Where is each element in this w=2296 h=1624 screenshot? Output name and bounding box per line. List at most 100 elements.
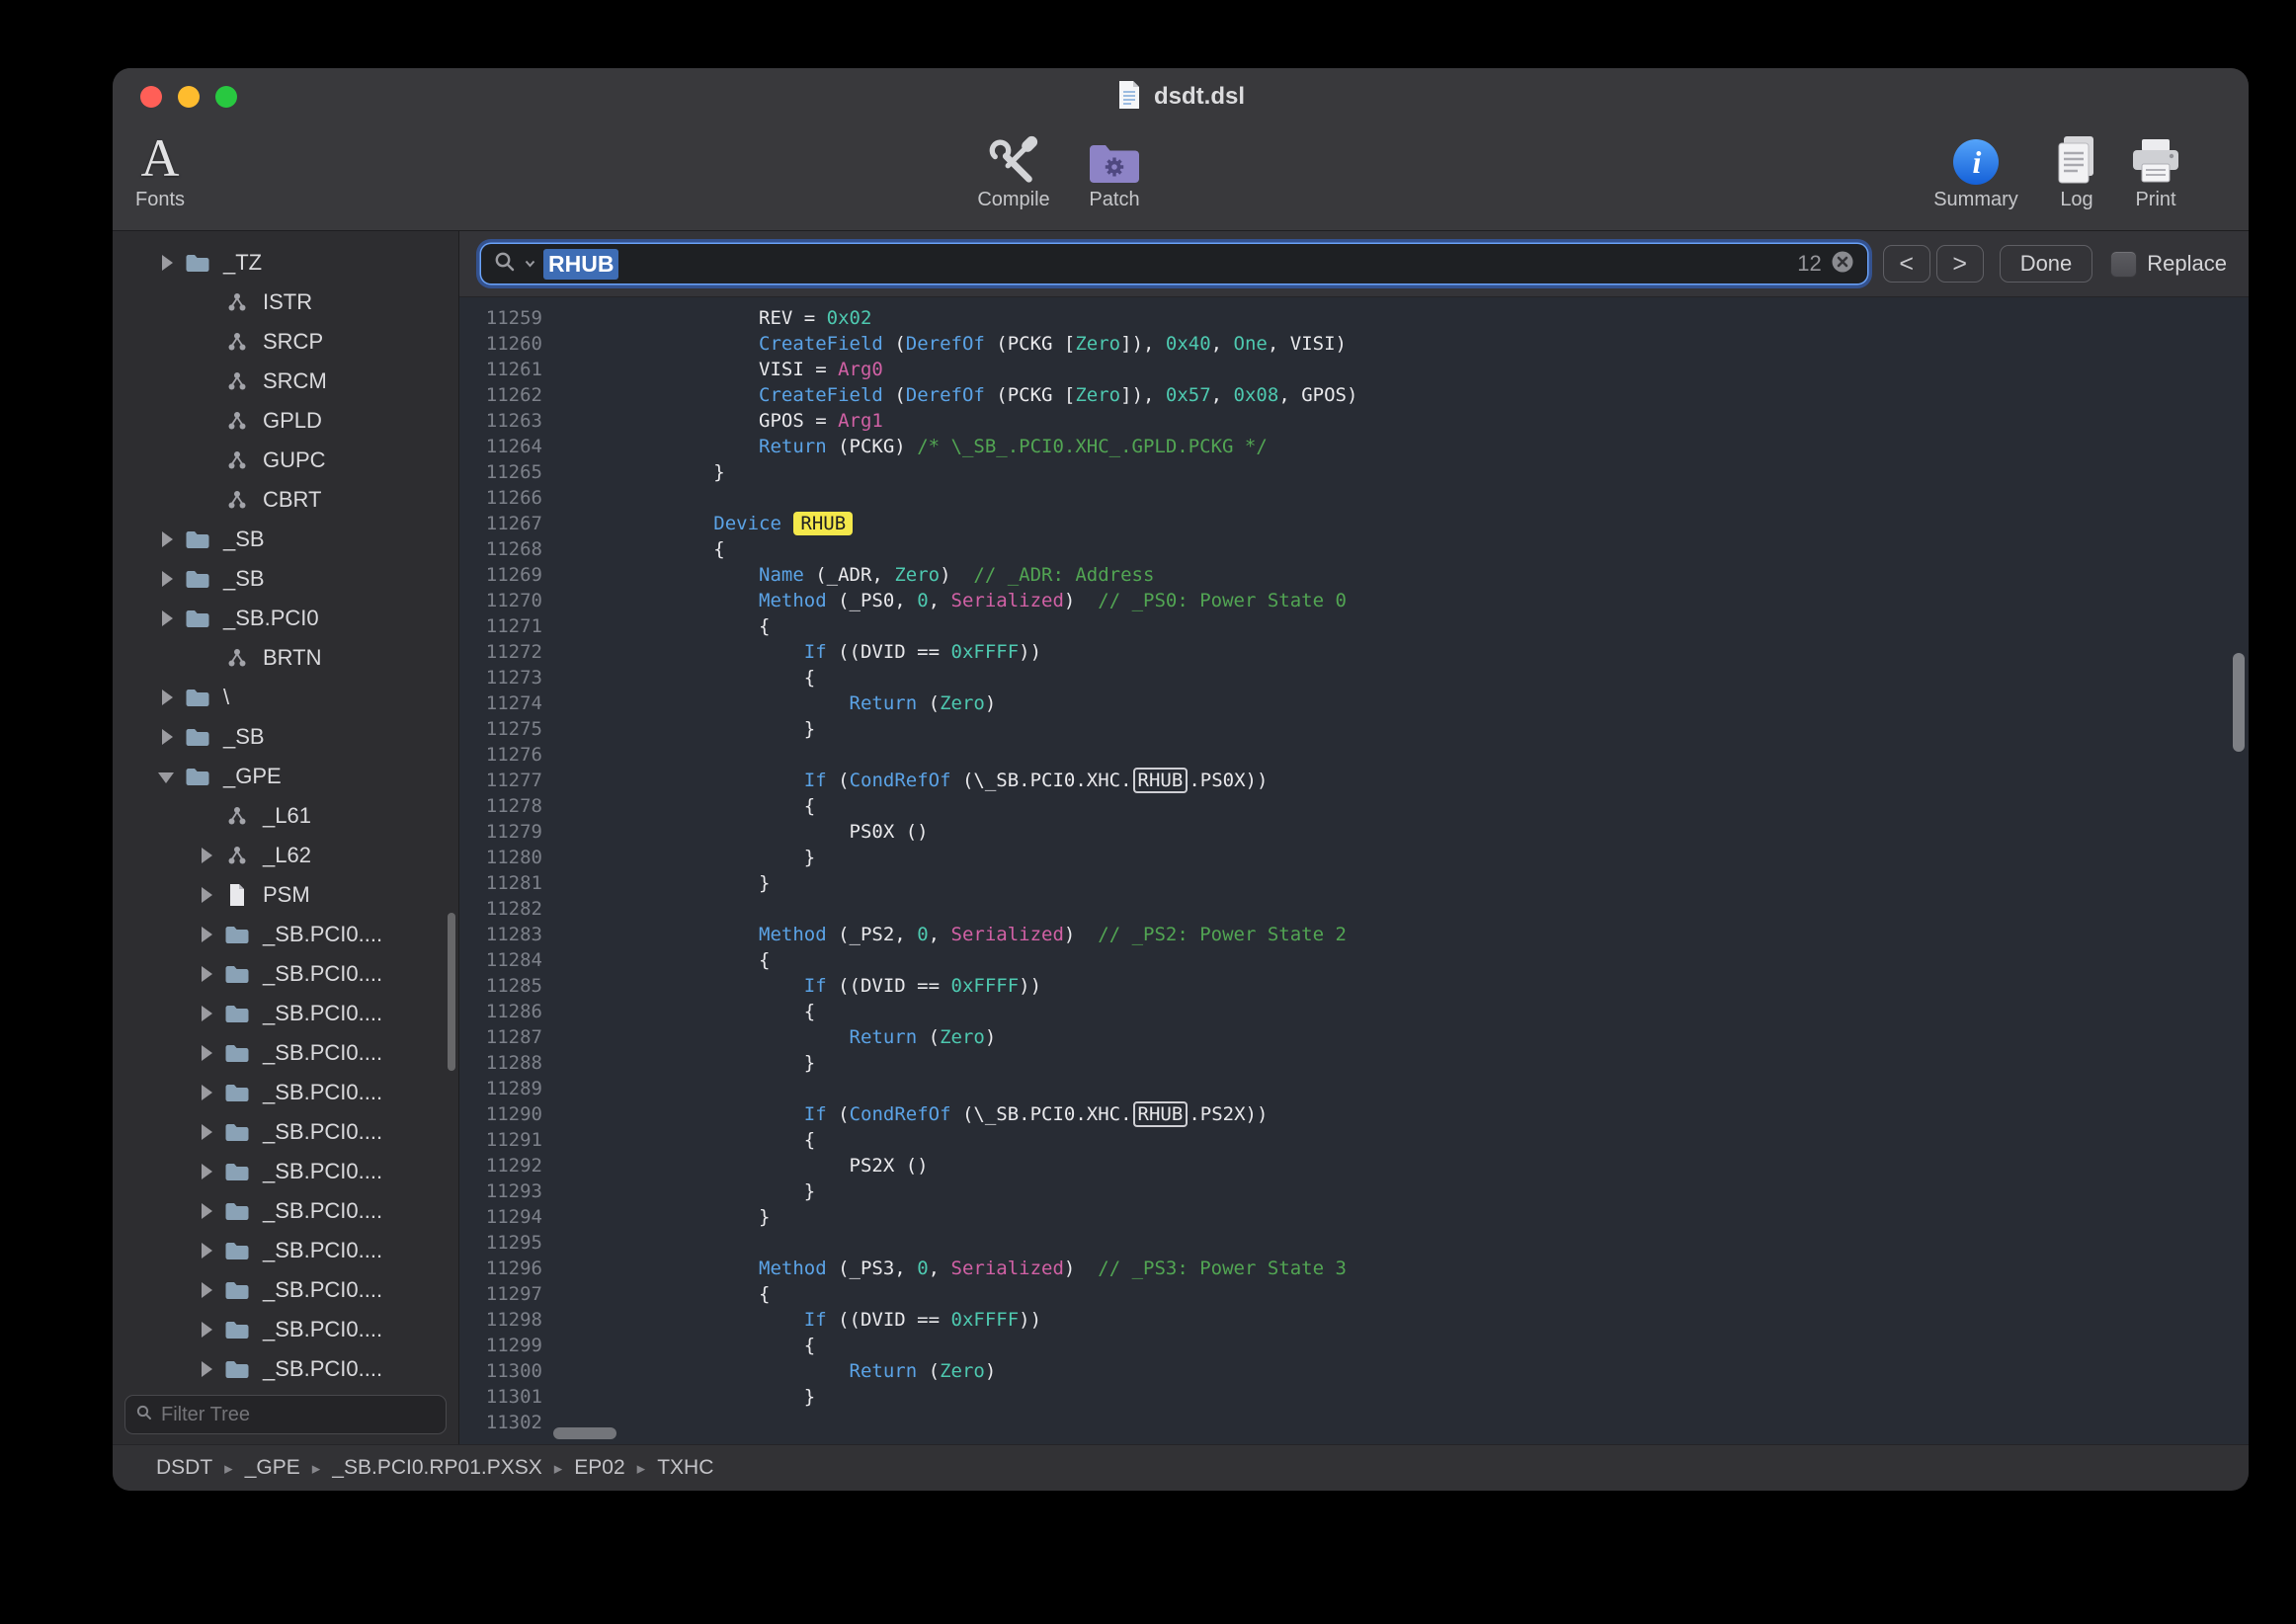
code-line: 11291 { xyxy=(459,1127,2249,1153)
method-icon xyxy=(223,845,251,866)
disclosure-triangle-icon[interactable] xyxy=(198,926,215,943)
code-line: 11301 } xyxy=(459,1384,2249,1410)
tree-item[interactable]: _L61 xyxy=(113,796,458,836)
editor-horizontal-scrollbar-thumb[interactable] xyxy=(553,1427,616,1439)
disclosure-triangle-icon[interactable] xyxy=(198,1084,215,1101)
search-menu-chevron-icon[interactable] xyxy=(525,255,535,273)
disclosure-triangle-icon[interactable] xyxy=(158,689,176,706)
tree-item[interactable]: _SB.PCI0.... xyxy=(113,1231,458,1270)
fonts-button[interactable]: A Fonts xyxy=(121,127,200,211)
other-match-outline: RHUB xyxy=(1133,1101,1189,1127)
breadcrumb-item[interactable]: _SB.PCI0.RP01.PXSX xyxy=(332,1456,541,1479)
disclosure-triangle-icon[interactable] xyxy=(158,728,176,746)
disclosure-triangle-icon[interactable] xyxy=(198,886,215,904)
sidebar-scrollbar-thumb[interactable] xyxy=(448,913,455,1071)
disclosure-triangle-icon[interactable] xyxy=(198,1321,215,1339)
code-text: } xyxy=(558,1204,770,1230)
disclosure-triangle-icon[interactable] xyxy=(198,847,215,864)
print-button[interactable]: Print xyxy=(2118,127,2193,211)
done-button[interactable]: Done xyxy=(2000,245,2093,283)
tree-item[interactable]: GPLD xyxy=(113,401,458,441)
editor-vertical-scrollbar-thumb[interactable] xyxy=(2233,653,2245,752)
tree-item[interactable]: _SB.PCI0.... xyxy=(113,1310,458,1349)
tree-item[interactable]: _L62 xyxy=(113,836,458,875)
compile-button[interactable]: Compile xyxy=(962,127,1065,211)
code-text xyxy=(558,1076,578,1101)
tree-item[interactable]: _SB xyxy=(113,717,458,757)
breadcrumb-item[interactable]: TXHC xyxy=(657,1456,713,1479)
code-text: } xyxy=(558,1178,815,1204)
tree-item[interactable]: _TZ xyxy=(113,243,458,283)
zoom-button[interactable] xyxy=(215,86,237,108)
tree-item-label: SRCM xyxy=(263,368,327,394)
summary-button[interactable]: i Summary xyxy=(1927,127,2025,211)
tree-item-label: _SB.PCI0.... xyxy=(263,1159,382,1184)
disclosure-triangle-icon[interactable] xyxy=(158,609,176,627)
disclosure-triangle-icon[interactable] xyxy=(198,1044,215,1062)
breadcrumb-item[interactable]: EP02 xyxy=(574,1456,624,1479)
patch-button[interactable]: Patch xyxy=(1073,127,1156,211)
tree-item[interactable]: _SB xyxy=(113,559,458,599)
code-text: VISI = Arg0 xyxy=(558,357,883,382)
line-number: 11298 xyxy=(459,1307,558,1333)
tree-item[interactable]: SRCP xyxy=(113,322,458,362)
patch-icon xyxy=(1088,127,1141,187)
search-query-text[interactable]: RHUB xyxy=(543,249,618,280)
tree-item[interactable]: _GPE xyxy=(113,757,458,796)
code-line: 11264 Return (PCKG) /* \_SB_.PCI0.XHC_.G… xyxy=(459,434,2249,459)
disclosure-triangle-icon[interactable] xyxy=(198,1242,215,1259)
tree-item[interactable]: _SB.PCI0.... xyxy=(113,1349,458,1389)
code-line: 11278 { xyxy=(459,793,2249,819)
tree-item[interactable]: CBRT xyxy=(113,480,458,520)
replace-checkbox[interactable] xyxy=(2110,251,2137,278)
tree-item[interactable]: _SB.PCI0.... xyxy=(113,1191,458,1231)
disclosure-triangle-icon[interactable] xyxy=(198,1163,215,1180)
filter-tree-field[interactable]: Filter Tree xyxy=(124,1395,447,1434)
tree-item-label: _SB.PCI0.... xyxy=(263,961,382,987)
tree-item[interactable]: \ xyxy=(113,678,458,717)
disclosure-triangle-icon[interactable] xyxy=(158,530,176,548)
close-button[interactable] xyxy=(140,86,162,108)
find-next-button[interactable]: > xyxy=(1936,245,1984,283)
disclosure-triangle-icon[interactable] xyxy=(158,570,176,588)
line-number: 11287 xyxy=(459,1024,558,1050)
code-text: Method (_PS3, 0, Serialized) // _PS3: Po… xyxy=(558,1256,1347,1281)
disclosure-triangle-icon[interactable] xyxy=(198,1281,215,1299)
code-text: { xyxy=(558,999,815,1024)
disclosure-triangle-icon[interactable] xyxy=(198,1202,215,1220)
tree-item[interactable]: _SB.PCI0.... xyxy=(113,1073,458,1112)
status-bar: DSDT▸_GPE▸_SB.PCI0.RP01.PXSX▸EP02▸TXHC xyxy=(113,1444,2249,1491)
tree-item[interactable]: BRTN xyxy=(113,638,458,678)
disclosure-triangle-icon[interactable] xyxy=(198,1360,215,1378)
tree-item[interactable]: SRCM xyxy=(113,362,458,401)
tree-item[interactable]: _SB.PCI0.... xyxy=(113,1033,458,1073)
tree-item[interactable]: _SB.PCI0.... xyxy=(113,915,458,954)
breadcrumb-item[interactable]: DSDT xyxy=(156,1456,212,1479)
log-button[interactable]: Log xyxy=(2041,127,2112,211)
tree-item[interactable]: _SB.PCI0.... xyxy=(113,1112,458,1152)
breadcrumb-item[interactable]: _GPE xyxy=(245,1456,300,1479)
code-text: Return (Zero) xyxy=(558,1024,996,1050)
tree-item[interactable]: PSM xyxy=(113,875,458,915)
disclosure-triangle-icon[interactable] xyxy=(158,254,176,272)
search-field[interactable]: RHUB 12 xyxy=(481,244,1867,284)
disclosure-triangle-icon[interactable] xyxy=(158,768,176,785)
tree-item[interactable]: _SB.PCI0.... xyxy=(113,1152,458,1191)
tree-item[interactable]: ISTR xyxy=(113,283,458,322)
tree-item[interactable]: _SB.PCI0.... xyxy=(113,994,458,1033)
tree-item[interactable]: _SB.PCI0 xyxy=(113,599,458,638)
disclosure-triangle-icon[interactable] xyxy=(198,965,215,983)
code-line: 11299 { xyxy=(459,1333,2249,1358)
code-line: 11263 GPOS = Arg1 xyxy=(459,408,2249,434)
disclosure-triangle-icon[interactable] xyxy=(198,1005,215,1022)
find-previous-button[interactable]: < xyxy=(1883,245,1930,283)
tree-item[interactable]: _SB xyxy=(113,520,458,559)
code-editor[interactable]: 11259 REV = 0x0211260 CreateField (Deref… xyxy=(459,297,2249,1444)
tree-item[interactable]: GUPC xyxy=(113,441,458,480)
disclosure-triangle-icon[interactable] xyxy=(198,1123,215,1141)
clear-search-icon[interactable] xyxy=(1830,249,1855,280)
titlebar[interactable]: dsdt.dsl xyxy=(113,68,2249,125)
tree-item[interactable]: _SB.PCI0.... xyxy=(113,954,458,994)
tree-item[interactable]: _SB.PCI0.... xyxy=(113,1270,458,1310)
minimize-button[interactable] xyxy=(178,86,200,108)
